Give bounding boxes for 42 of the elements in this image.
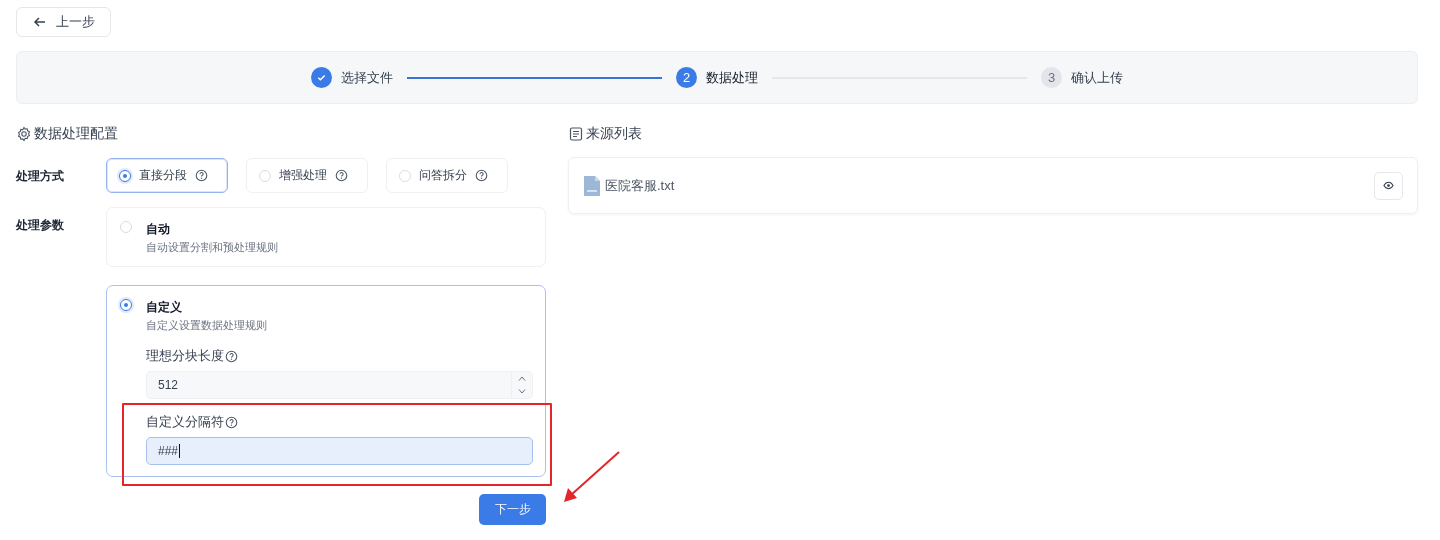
step-label: 数据处理	[706, 68, 758, 87]
radio-button	[259, 169, 271, 182]
check-icon	[316, 72, 327, 83]
radio-button	[119, 169, 131, 182]
chevron-up-icon	[518, 376, 526, 381]
back-button[interactable]: 上一步	[16, 7, 111, 37]
section-title: 数据处理配置	[34, 125, 118, 143]
help-icon	[335, 169, 348, 182]
method-option[interactable]: 问答拆分	[386, 158, 508, 193]
field-label: 处理方式	[16, 168, 65, 185]
method-option[interactable]: 直接分段	[106, 158, 228, 193]
file-icon	[584, 175, 600, 196]
radio-button	[399, 169, 411, 182]
method-option[interactable]: 增强处理	[246, 158, 368, 193]
help-icon	[475, 169, 488, 182]
text-field[interactable]: ###	[146, 437, 533, 465]
step-label: 选择文件	[341, 68, 393, 87]
list-icon	[568, 126, 584, 142]
field-label: 处理参数	[16, 217, 65, 234]
option-title: 自定义	[146, 299, 183, 316]
preview-button[interactable]	[1374, 171, 1403, 200]
help-icon	[195, 169, 208, 182]
option-description: 自动设置分割和预处理规则	[146, 240, 279, 255]
eye-icon	[1383, 180, 1394, 191]
option-card[interactable]: 自定义 自定义设置数据处理规则 理想分块长度 512 自定义分隔符 ###	[106, 285, 546, 477]
settings-icon	[16, 126, 32, 142]
step-label: 确认上传	[1071, 68, 1123, 87]
help-icon	[225, 415, 238, 429]
option-title: 自动	[146, 221, 171, 238]
number-field[interactable]: 512	[146, 371, 533, 399]
help-icon	[225, 349, 238, 363]
step-circle: 3	[1041, 67, 1062, 88]
radio-button[interactable]	[120, 299, 132, 311]
field-label: 自定义分隔符	[146, 413, 224, 431]
option-description: 自定义设置数据处理规则	[146, 318, 268, 333]
step-circle: 2	[676, 67, 697, 88]
chevron-down-icon	[518, 389, 526, 394]
section-title: 来源列表	[586, 125, 642, 143]
file-name: 医院客服.txt	[605, 176, 676, 195]
field-label: 理想分块长度	[146, 347, 224, 365]
next-button[interactable]: 下一步	[479, 494, 546, 525]
option-card[interactable]: 自动 自动设置分割和预处理规则	[106, 207, 546, 267]
